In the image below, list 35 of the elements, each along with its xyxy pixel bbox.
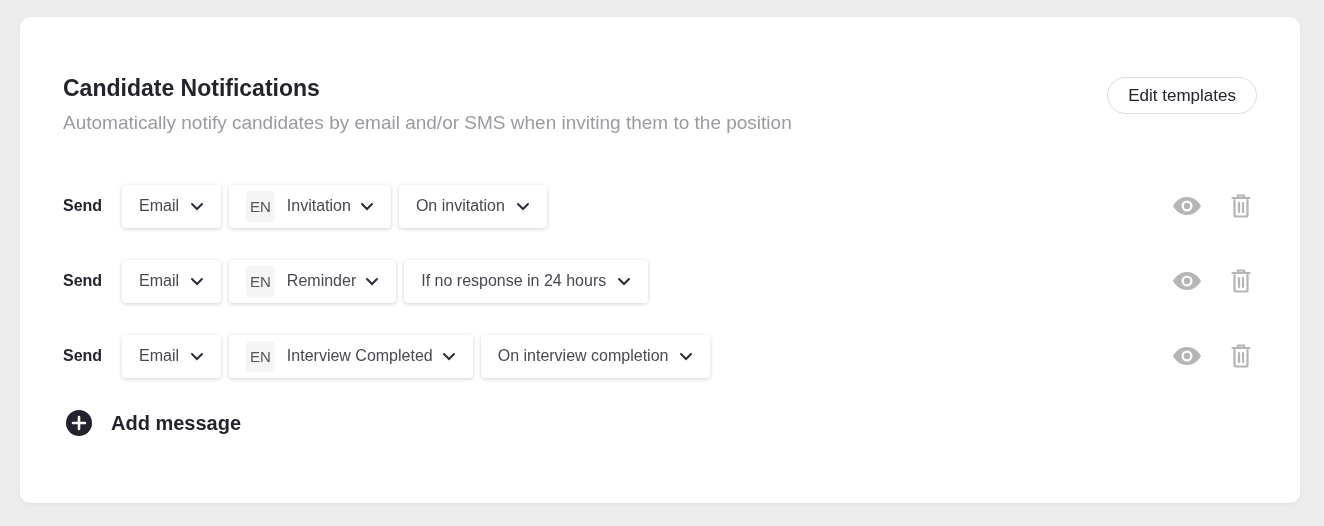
trash-icon[interactable] — [1231, 194, 1251, 218]
language-tag: EN — [246, 190, 275, 222]
chevron-down-icon — [617, 276, 632, 286]
channel-dropdown[interactable]: Email — [122, 259, 221, 303]
send-label: Send — [63, 197, 104, 215]
chevron-down-icon — [359, 201, 374, 211]
channel-dropdown[interactable]: Email — [122, 334, 221, 378]
eye-icon[interactable] — [1172, 196, 1202, 216]
chevron-down-icon — [365, 276, 380, 286]
trigger-dropdown[interactable]: On interview completion — [480, 334, 711, 378]
section-title: Candidate Notifications — [63, 75, 321, 102]
template-dropdown[interactable]: EN Reminder — [229, 259, 397, 303]
language-tag: EN — [246, 340, 275, 372]
trash-icon[interactable] — [1231, 344, 1251, 368]
send-label: Send — [63, 272, 104, 290]
eye-icon[interactable] — [1172, 346, 1202, 366]
send-label: Send — [63, 347, 104, 365]
section-description: Automatically notify candidates by email and/or SMS when inviting them to the position — [63, 112, 792, 134]
chevron-down-icon — [515, 201, 530, 211]
language-tag: EN — [246, 265, 275, 297]
trigger-dropdown[interactable]: If no response in 24 hours — [404, 259, 649, 303]
template-dropdown[interactable]: EN Invitation — [229, 184, 391, 228]
trash-icon[interactable] — [1231, 269, 1251, 293]
channel-dropdown[interactable]: Email — [122, 184, 221, 228]
chevron-down-icon — [441, 351, 456, 361]
trigger-dropdown[interactable]: On invitation — [398, 184, 547, 228]
chevron-down-icon — [190, 201, 204, 211]
chevron-down-icon — [679, 351, 694, 361]
add-message-button[interactable]: Add message — [111, 411, 242, 435]
edit-templates-button[interactable]: Edit templates — [1107, 77, 1257, 114]
chevron-down-icon — [190, 276, 204, 286]
plus-circle-icon[interactable] — [65, 409, 93, 437]
eye-icon[interactable] — [1172, 271, 1202, 291]
template-dropdown[interactable]: EN Interview Completed — [229, 334, 473, 378]
chevron-down-icon — [190, 351, 204, 361]
